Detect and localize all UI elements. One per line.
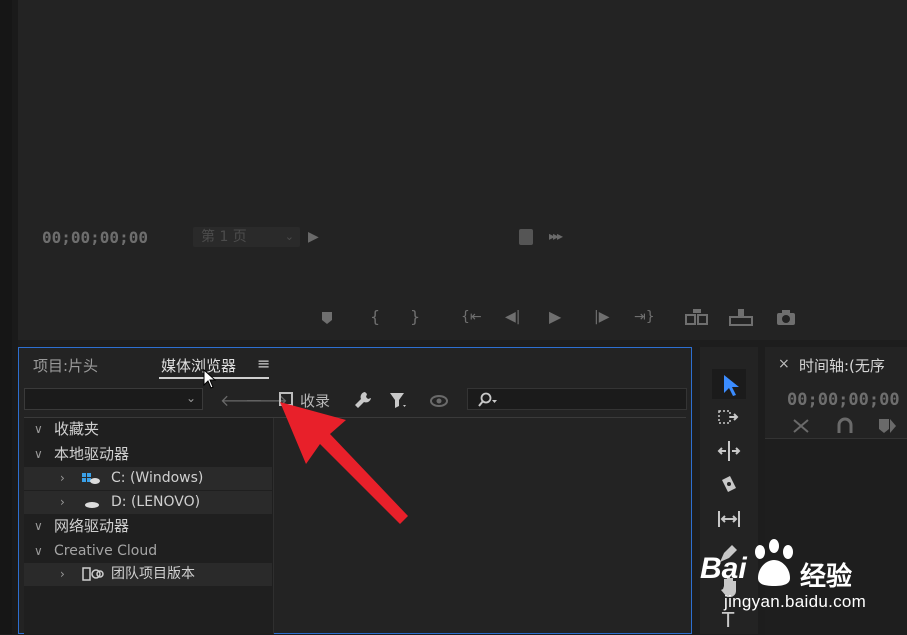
search-icon	[478, 392, 497, 407]
linked-selection-icon[interactable]	[836, 417, 854, 435]
add-marker-icon[interactable]	[321, 311, 333, 325]
track-select-tool-icon[interactable]	[716, 405, 742, 431]
tree-item-drive-c[interactable]: › C: (Windows)	[24, 467, 272, 490]
play-small-icon[interactable]: ▶	[308, 229, 319, 245]
tree-item-local-drives[interactable]: ∨ 本地驱动器	[24, 443, 272, 466]
timeline-title[interactable]: 时间轴:(无序	[799, 355, 885, 376]
go-to-out-icon[interactable]: ⇥}	[634, 307, 655, 327]
path-select[interactable]: ⌄	[24, 388, 203, 410]
chevron-down-icon: ∨	[34, 422, 43, 436]
razor-tool-icon[interactable]	[716, 472, 742, 498]
tab-media-browser[interactable]: 媒体浏览器	[161, 355, 236, 376]
step-forward-icon[interactable]: |▶	[594, 307, 609, 327]
close-icon[interactable]: ×	[778, 356, 790, 372]
selection-tool-icon[interactable]	[716, 372, 742, 398]
go-to-in-icon[interactable]: {⇤	[461, 307, 482, 327]
chevron-down-icon: ∨	[34, 519, 43, 533]
view-eye-icon[interactable]	[429, 394, 449, 408]
chevron-down-icon: ∨	[34, 544, 43, 558]
chevron-down-icon: ⌄	[185, 391, 196, 405]
ripple-edit-tool-icon[interactable]	[716, 438, 742, 464]
export-frame-icon[interactable]	[776, 310, 796, 326]
tree-item-favorites[interactable]: ∨ 收藏夹	[24, 418, 272, 441]
step-back-icon[interactable]: ◀|	[505, 307, 520, 327]
program-monitor	[18, 0, 907, 340]
watermark-domain: jingyan.baidu.com	[724, 592, 867, 611]
monitor-timecode[interactable]: 00;00;00;00	[42, 228, 148, 247]
add-marker-timeline-icon[interactable]	[877, 417, 897, 435]
chevron-right-icon: ›	[60, 567, 65, 581]
hard-drive-icon	[85, 502, 99, 508]
insert-icon[interactable]	[685, 308, 709, 326]
tab-project[interactable]: 项目:片头	[33, 355, 98, 376]
chevron-right-icon: ›	[60, 495, 65, 509]
snap-icon[interactable]	[791, 417, 811, 435]
page-select[interactable]: 第 1 页 ⌄	[193, 227, 300, 247]
page-select-value: 第 1 页	[201, 229, 247, 245]
chevron-right-icon: ›	[60, 471, 65, 485]
panel-menu-icon[interactable]: ≡	[257, 354, 270, 373]
watermark-brand: Bai	[700, 552, 747, 585]
mark-out-icon[interactable]: }	[410, 307, 420, 327]
tree-item-drive-d[interactable]: › D: (LENOVO)	[24, 491, 272, 514]
tree-item-network-drives[interactable]: ∨ 网络驱动器	[24, 515, 272, 538]
search-field[interactable]	[467, 388, 687, 410]
left-panel-edge	[0, 0, 12, 634]
timeline-timecode[interactable]: 00;00;00;00	[787, 390, 900, 410]
tree-item-team-versions[interactable]: › 团队项目版本	[24, 563, 272, 586]
watermark-text: 经验	[800, 562, 853, 592]
chevron-down-icon: ∨	[34, 447, 43, 461]
team-project-icon	[82, 567, 104, 581]
annotation-arrow-icon	[280, 402, 408, 524]
play-icon[interactable]: ▶	[549, 307, 561, 327]
baidu-paw-icon	[755, 539, 793, 586]
tree-item-creative-cloud[interactable]: ∨ Creative Cloud	[24, 540, 272, 563]
overwrite-icon[interactable]	[729, 308, 753, 326]
mouse-cursor-icon	[203, 369, 217, 389]
mark-in-icon[interactable]: {	[370, 307, 380, 327]
slip-tool-icon[interactable]	[716, 506, 742, 532]
safe-margins-icon[interactable]	[519, 229, 533, 245]
chevron-down-icon: ⌄	[284, 230, 294, 243]
windows-drive-icon	[82, 473, 100, 484]
playback-settings-icon[interactable]: ▸▸▸	[549, 229, 563, 243]
